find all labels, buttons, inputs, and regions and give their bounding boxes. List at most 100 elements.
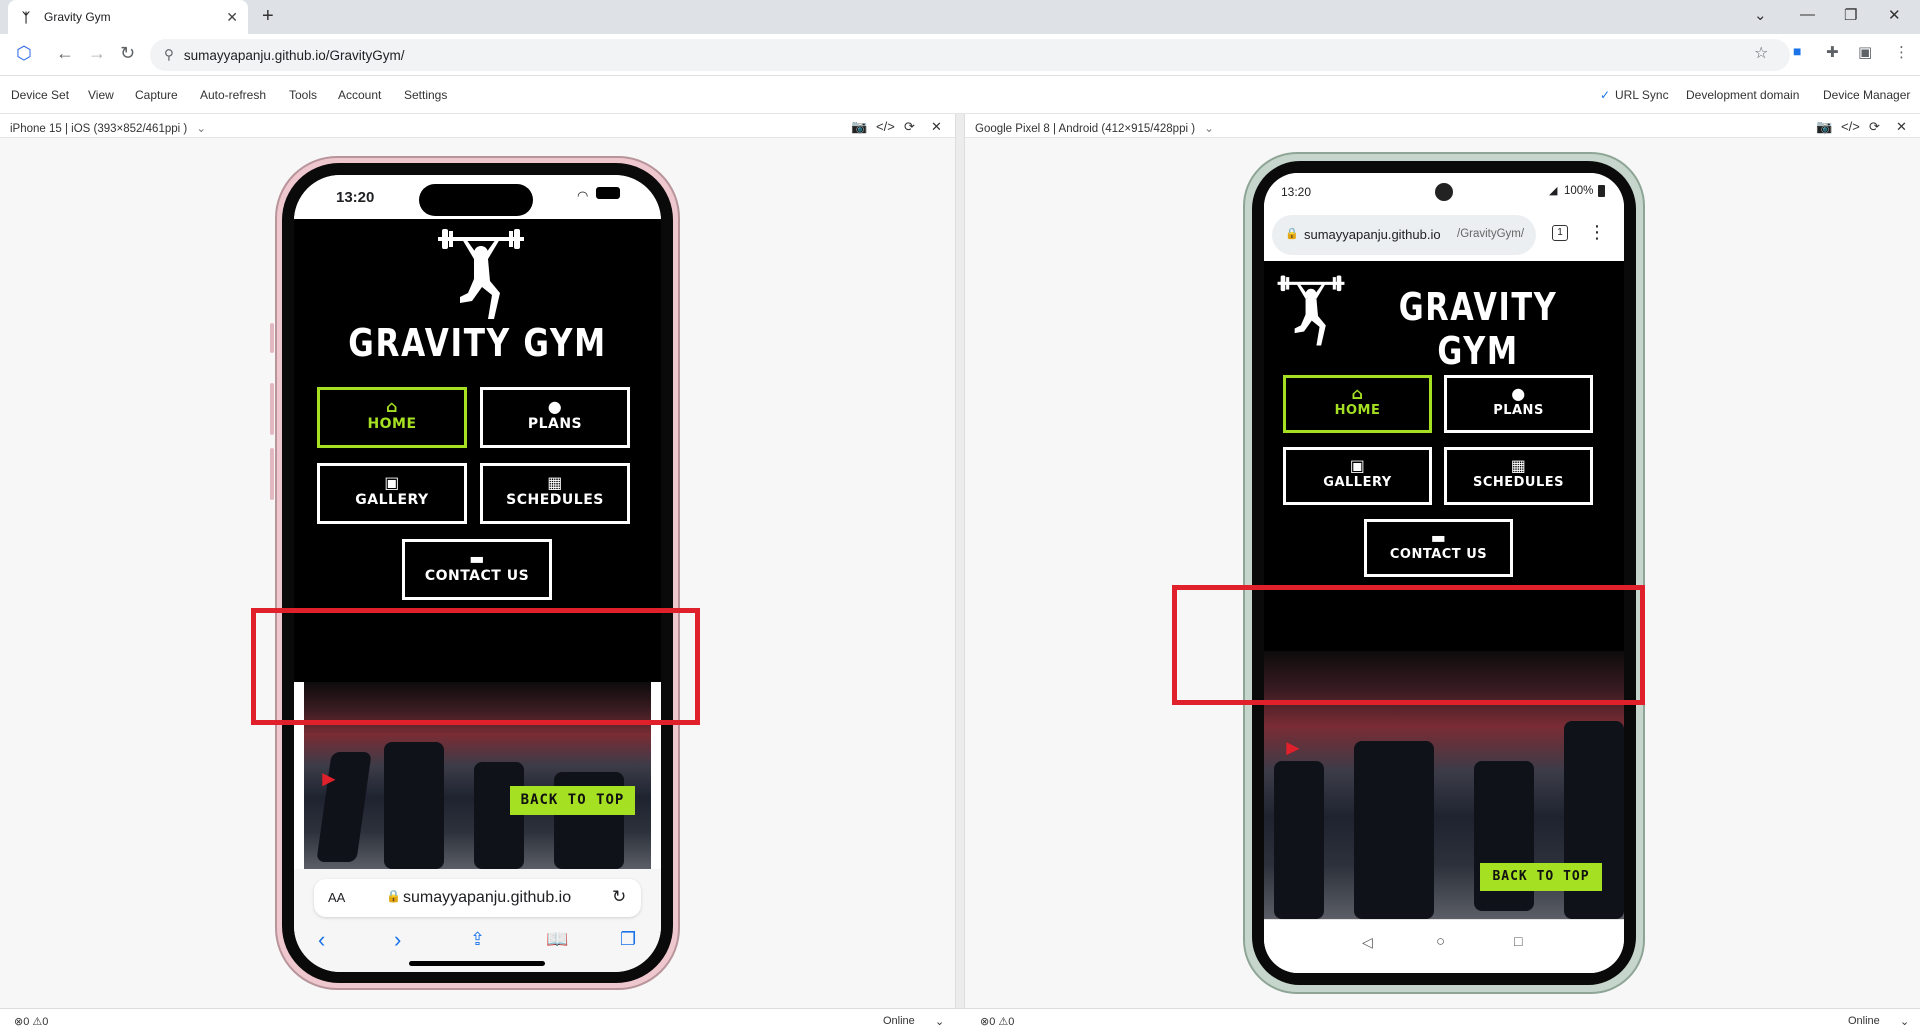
error-warning-count[interactable]: ⊗0 ⚠0 (980, 1015, 1014, 1028)
chevron-down-icon[interactable]: ⌄ (1900, 1015, 1909, 1028)
device-manager-button[interactable]: Device Manager (1823, 88, 1910, 102)
home-icon: ⌂ (386, 397, 398, 416)
restore-icon[interactable]: ❐ (1844, 6, 1857, 24)
nav-home[interactable]: ⌂ HOME (317, 387, 467, 448)
android-nav-bar: ◁ ○ □ (1264, 919, 1624, 973)
android-back-icon[interactable]: ◁ (1362, 934, 1373, 951)
site-title: GRAVITY GYM (348, 321, 607, 365)
back-to-top-button[interactable]: BACK TO TOP (1480, 863, 1602, 891)
menu-view[interactable]: View (88, 88, 114, 102)
devtools-icon[interactable]: </> (876, 119, 895, 134)
image-icon: ▣ (384, 473, 400, 492)
nav-plans-label: PLANS (527, 416, 583, 432)
chat-icon: ▬ (1430, 528, 1447, 547)
network-status[interactable]: Online (1848, 1015, 1880, 1027)
menu-device-set[interactable]: Device Set (11, 88, 69, 102)
nav-contact-label: CONTACT US (424, 568, 530, 584)
share-icon[interactable]: ⇪ (470, 929, 485, 950)
home-icon: ⌂ (1351, 384, 1364, 403)
dev-domain-button[interactable]: Development domain (1686, 88, 1799, 102)
browser-tab[interactable]: ᛉ Gravity Gym ✕ (8, 0, 248, 34)
android-home-icon[interactable]: ○ (1436, 933, 1445, 950)
nav-plans[interactable]: ● PLANS (480, 387, 630, 448)
nav-home[interactable]: ⌂ HOME (1283, 375, 1432, 433)
close-pane-icon[interactable]: ✕ (1896, 119, 1907, 135)
new-tab-button[interactable]: + (262, 5, 274, 28)
app-logo-icon: ⬡ (16, 43, 32, 63)
nav-schedules[interactable]: ▦ SCHEDULES (480, 463, 630, 524)
tabs-icon[interactable]: ❐ (620, 929, 636, 950)
nav-plans-label: PLANS (1493, 403, 1544, 418)
url-sync-button[interactable]: URL Sync (1615, 88, 1669, 102)
lock-icon: 🔒 (1285, 228, 1299, 240)
text-size-button[interactable]: AA (328, 890, 345, 905)
nav-contact-label: CONTACT US (1389, 547, 1488, 562)
chrome-url-field[interactable]: 🔒 sumayyapanju.github.io /GravityGym/ (1272, 215, 1536, 255)
user-icon: ● (547, 397, 563, 416)
camera-icon[interactable]: ■ (1793, 43, 1801, 59)
chevron-down-icon[interactable]: ⌄ (196, 123, 206, 135)
nav-plans[interactable]: ● PLANS (1444, 375, 1593, 433)
bookmark-star-icon[interactable]: ☆ (1754, 43, 1768, 63)
weightlifter-logo-icon (438, 229, 524, 319)
app-toolbar: Device Set View Capture Auto-refresh Too… (0, 76, 1920, 114)
reload-icon[interactable]: ↻ (120, 43, 135, 64)
safari-url-field[interactable]: AA 🔒 sumayyapanju.github.io ↻ (314, 879, 641, 917)
pixel-frame: 13:20 ◢ 100% 🔒 sumayyapanju.github.io /G… (1243, 152, 1645, 994)
side-panel-icon[interactable]: ▣ (1858, 43, 1872, 61)
android-status-bar: 13:20 ◢ 100% (1264, 173, 1624, 209)
menu-tools[interactable]: Tools (289, 88, 317, 102)
home-indicator (409, 961, 545, 966)
close-pane-icon[interactable]: ✕ (931, 119, 942, 135)
bookmarks-icon[interactable]: 📖 (546, 929, 568, 950)
safari-back-icon[interactable]: ‹ (318, 927, 325, 953)
back-to-top-button[interactable]: BACK TO TOP (510, 786, 635, 815)
forward-icon[interactable]: → (88, 43, 106, 64)
network-status[interactable]: Online (883, 1015, 915, 1027)
chevron-down-icon[interactable]: ⌄ (1204, 123, 1214, 135)
device-label[interactable]: Google Pixel 8 | Android (412×915/428ppi… (975, 123, 1195, 135)
menu-account[interactable]: Account (338, 88, 381, 102)
screenshot-icon[interactable]: 📷 (851, 119, 867, 135)
battery-icon (1598, 185, 1605, 197)
check-icon: ✓ (1600, 88, 1611, 102)
chevron-down-icon[interactable]: ⌄ (935, 1015, 944, 1028)
android-recents-icon[interactable]: □ (1514, 933, 1522, 949)
close-window-icon[interactable]: ✕ (1888, 6, 1901, 24)
rotate-icon[interactable]: ⟳ (904, 119, 915, 135)
nav-contact[interactable]: ▬ CONTACT US (1364, 519, 1513, 577)
rotate-icon[interactable]: ⟳ (1869, 119, 1880, 135)
nav-schedules-label: SCHEDULES (1472, 475, 1565, 490)
nav-contact[interactable]: ▬ CONTACT US (402, 539, 552, 600)
device-label[interactable]: iPhone 15 | iOS (393×852/461ppi ) (10, 123, 187, 135)
minimize-icon[interactable]: — (1800, 6, 1815, 23)
tab-count[interactable]: 1 (1552, 225, 1568, 241)
nav-schedules-label: SCHEDULES (506, 492, 604, 508)
reload-icon[interactable]: ↻ (612, 887, 626, 907)
nav-schedules[interactable]: ▦ SCHEDULES (1444, 447, 1593, 505)
more-menu-icon[interactable]: ⋮ (1894, 43, 1909, 61)
menu-auto-refresh[interactable]: Auto-refresh (200, 88, 266, 102)
status-time: 13:20 (336, 189, 375, 206)
site-title: GRAVITY GYM (1398, 285, 1558, 373)
nav-gallery[interactable]: ▣ GALLERY (317, 463, 467, 524)
extensions-icon[interactable]: ✚ (1826, 43, 1839, 61)
screenshot-icon[interactable]: 📷 (1816, 119, 1832, 135)
url-field[interactable]: ⚲ sumayyapanju.github.io/GravityGym/ (150, 39, 1790, 71)
safari-forward-icon[interactable]: › (394, 927, 401, 953)
nav-gallery-label: GALLERY (355, 492, 429, 508)
devtools-icon[interactable]: </> (1841, 119, 1860, 134)
menu-capture[interactable]: Capture (135, 88, 178, 102)
user-icon: ● (1511, 384, 1526, 403)
highlight-box (251, 608, 700, 725)
menu-settings[interactable]: Settings (404, 88, 447, 102)
right-pane-header: Google Pixel 8 | Android (412×915/428ppi… (965, 114, 1920, 138)
close-tab-icon[interactable]: ✕ (226, 9, 238, 26)
chat-icon: ▬ (469, 549, 485, 568)
more-menu-icon[interactable]: ⋮ (1588, 222, 1606, 243)
chevron-down-icon[interactable]: ⌄ (1754, 6, 1767, 24)
nav-gallery[interactable]: ▣ GALLERY (1283, 447, 1432, 505)
error-warning-count[interactable]: ⊗0 ⚠0 (14, 1015, 48, 1028)
back-icon[interactable]: ← (56, 43, 74, 64)
pane-divider[interactable] (955, 114, 965, 1008)
